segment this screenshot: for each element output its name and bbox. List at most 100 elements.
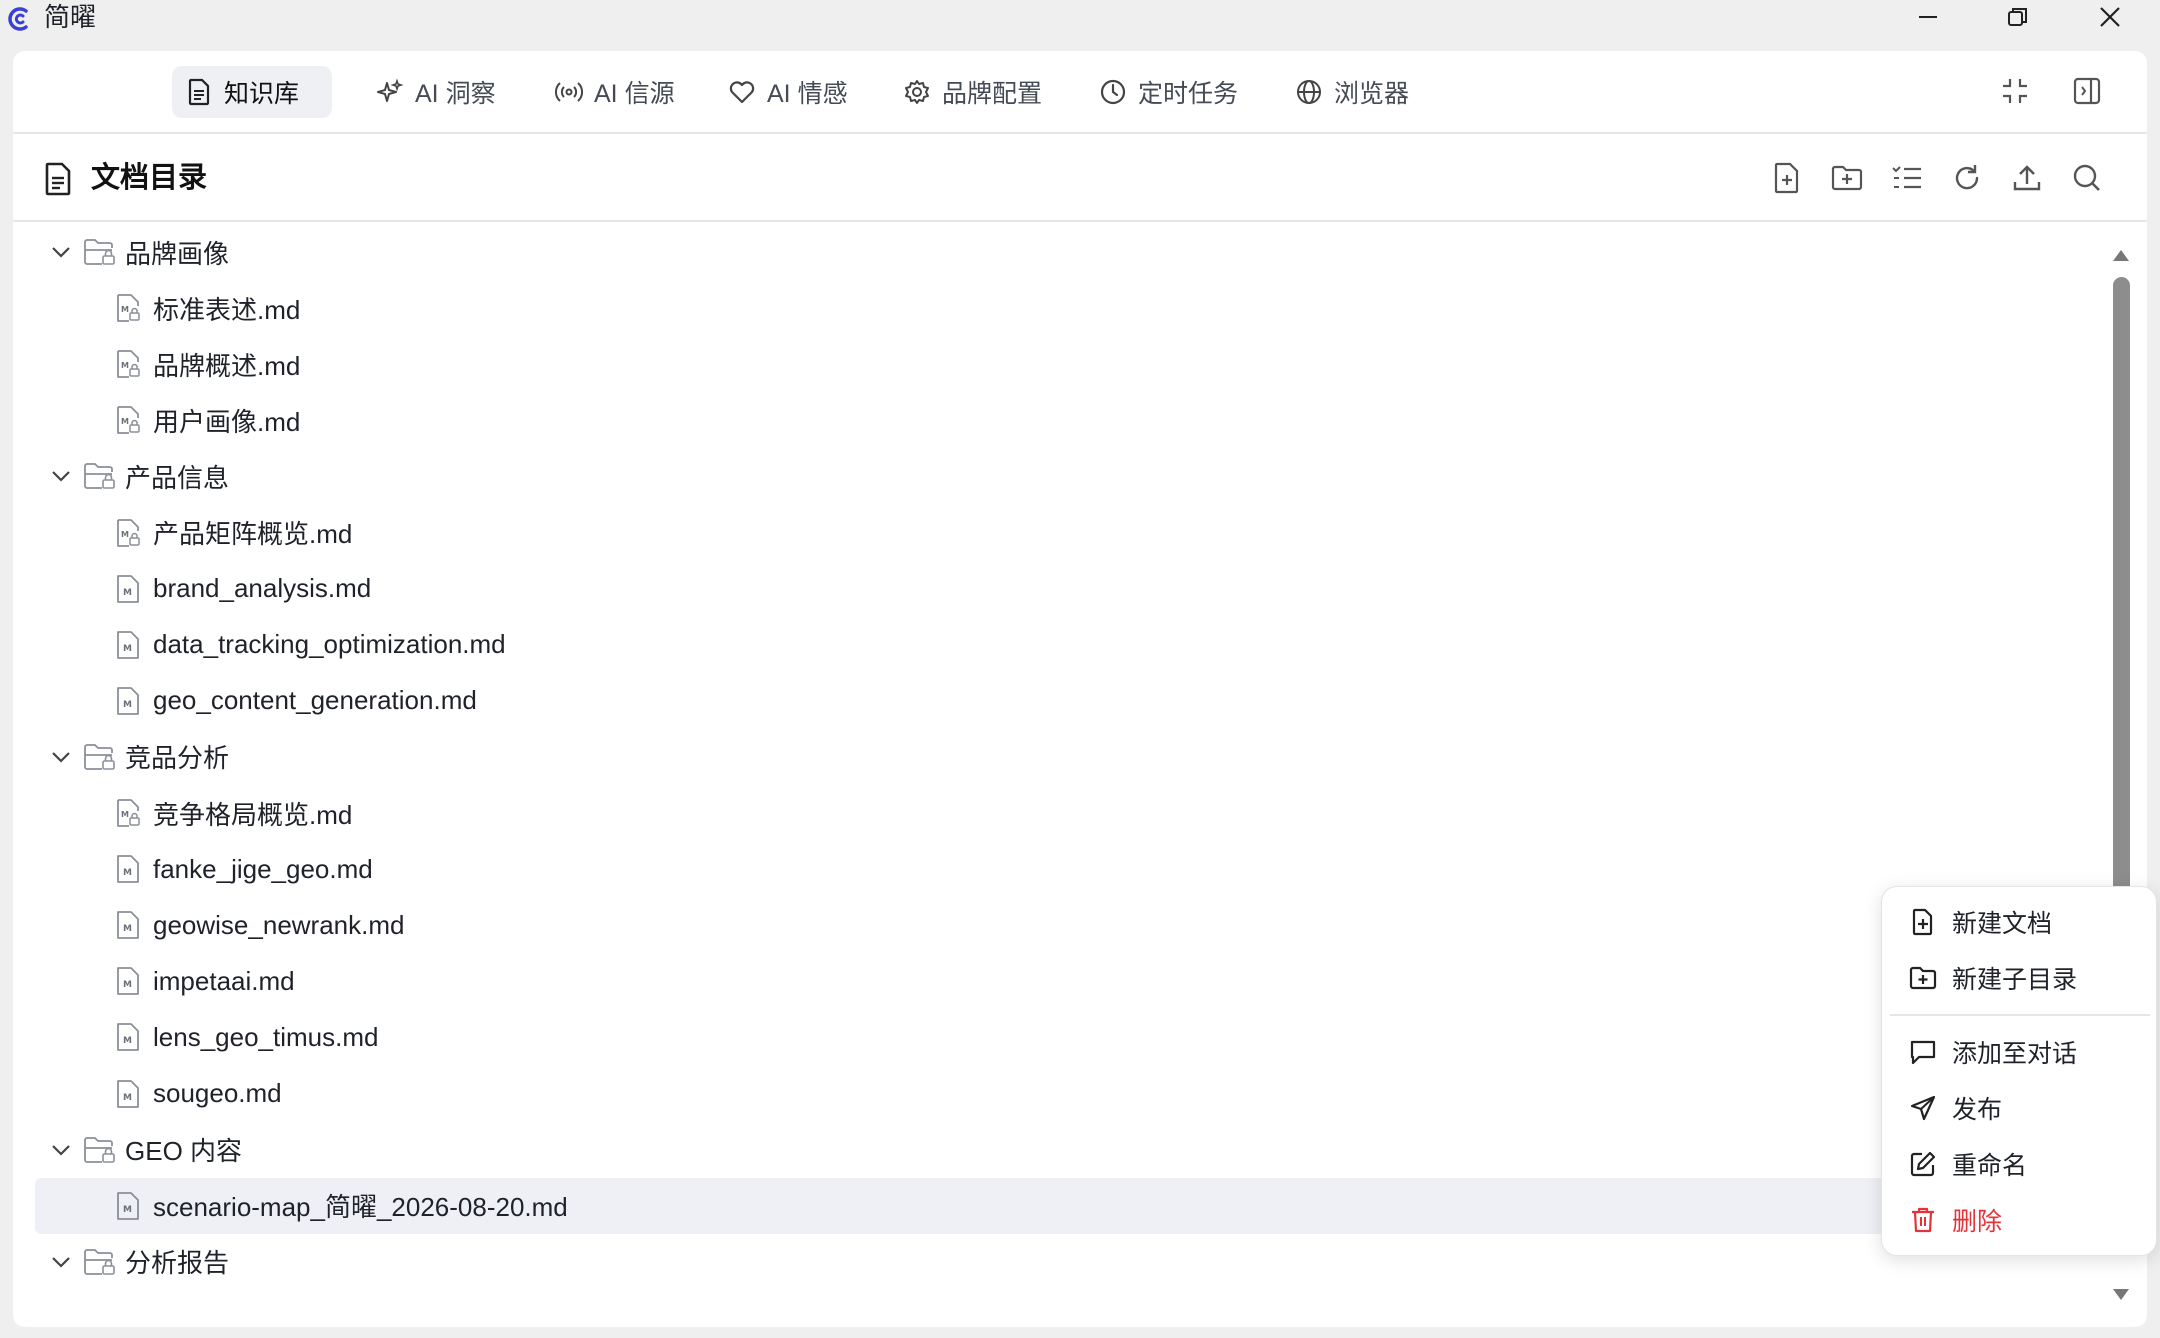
folder-label: GEO 内容 (125, 1136, 243, 1167)
svg-text:M: M (121, 810, 129, 819)
scroll-up-arrow[interactable] (2111, 247, 2131, 263)
chevron-down-icon[interactable] (49, 240, 73, 264)
chevron-down-icon[interactable] (49, 745, 73, 769)
refresh-icon (1952, 163, 1982, 193)
folder-row[interactable]: 品牌画像 (35, 224, 2113, 280)
file-row[interactable]: Mbrand_analysis.md (35, 561, 2113, 617)
scrollbar-thumb[interactable] (2113, 277, 2130, 942)
edit-icon (1908, 1149, 1938, 1179)
trash-icon (1908, 1205, 1938, 1235)
file-row[interactable]: Msougeo.md (35, 1066, 2113, 1122)
menu-label: 添加至对话 (1952, 1040, 2078, 1068)
tab-ai-sentiment[interactable]: AI 情感 (715, 66, 860, 118)
new-document-button[interactable] (1769, 160, 1805, 196)
refresh-button[interactable] (1949, 160, 1985, 196)
tab-browser[interactable]: 浏览器 (1282, 66, 1421, 118)
folder-label: 产品信息 (125, 462, 230, 493)
menu-label: 删除 (1952, 1208, 2003, 1236)
file-row[interactable]: M 产品矩阵概览.md (35, 505, 2113, 561)
publish-menu-item[interactable]: 发布 (1882, 1083, 2158, 1133)
minimize-button[interactable] (1898, 0, 1958, 34)
file-label: lens_geo_timus.md (153, 1021, 379, 1052)
section-title: 文档目录 (91, 162, 208, 194)
file-row[interactable]: Mfanke_jige_geo.md (35, 841, 2113, 897)
svg-text:M: M (123, 588, 132, 598)
markdown-file-icon: M (115, 966, 141, 996)
tab-knowledge-base[interactable]: 知识库 (172, 66, 332, 118)
chevron-down-icon[interactable] (49, 464, 73, 488)
menu-divider (1890, 1014, 2150, 1016)
list-view-button[interactable] (1889, 160, 1925, 196)
upload-button[interactable] (2009, 160, 2045, 196)
markdown-file-icon: M (115, 1079, 141, 1109)
tab-label: 品牌配置 (942, 80, 1043, 108)
new-folder-button[interactable] (1829, 160, 1865, 196)
tab-label: 定时任务 (1138, 80, 1239, 108)
new-document-menu-item[interactable]: 新建文档 (1882, 897, 2158, 947)
title-bar: 简曜 (0, 0, 2160, 50)
delete-menu-item[interactable]: 删除 (1882, 1195, 2158, 1245)
file-row[interactable]: M 用户画像.md (35, 392, 2113, 448)
locked-folder-icon (83, 742, 117, 772)
file-label: fanke_jige_geo.md (153, 853, 373, 884)
tab-label: 浏览器 (1334, 80, 1410, 108)
restore-button[interactable] (1988, 0, 2048, 34)
new-subfolder-menu-item[interactable]: 新建子目录 (1882, 953, 2158, 1003)
markdown-file-icon: M (115, 854, 141, 884)
chevron-down-icon[interactable] (49, 1138, 73, 1162)
file-label: sougeo.md (153, 1078, 282, 1108)
tab-ai-source[interactable]: AI 信源 (542, 66, 687, 118)
file-row-selected[interactable]: Mscenario-map_简曜_2026-08-20.md (35, 1177, 2113, 1234)
new-folder-icon (1831, 164, 1863, 192)
clock-icon (1098, 77, 1128, 107)
file-row[interactable]: Mimpetaai.md (35, 953, 2113, 1009)
svg-text:M: M (121, 417, 129, 426)
chevron-down-icon[interactable] (49, 1250, 73, 1274)
file-row[interactable]: M 品牌概述.md (35, 336, 2113, 392)
folder-label: 竞品分析 (125, 743, 230, 774)
search-button[interactable] (2069, 160, 2105, 196)
svg-text:M: M (121, 530, 129, 539)
collapse-button[interactable] (1997, 73, 2033, 109)
markdown-file-icon: M (115, 910, 141, 940)
toggle-panel-button[interactable] (2069, 73, 2105, 109)
svg-text:M: M (121, 361, 129, 370)
document-icon (184, 77, 214, 107)
file-label: geo_content_generation.md (153, 685, 477, 716)
heart-icon (727, 77, 757, 107)
folder-label: 分析报告 (125, 1248, 230, 1279)
folder-row[interactable]: 产品信息 (35, 448, 2113, 504)
scroll-down-arrow[interactable] (2111, 1287, 2131, 1303)
rename-menu-item[interactable]: 重命名 (1882, 1139, 2158, 1189)
file-label: 标准表述.md (153, 294, 301, 325)
file-row[interactable]: Mdata_tracking_optimization.md (35, 617, 2113, 673)
tab-scheduled-tasks[interactable]: 定时任务 (1086, 66, 1250, 118)
file-row[interactable]: Mlens_geo_timus.md (35, 1009, 2113, 1065)
file-label: brand_analysis.md (153, 573, 372, 604)
locked-markdown-file-icon: M (115, 405, 141, 435)
file-row[interactable]: Mgeowise_newrank.md (35, 897, 2113, 953)
file-label: 用户画像.md (153, 406, 301, 437)
folder-row[interactable]: 竞品分析 (35, 729, 2113, 785)
file-row[interactable]: M 标准表述.md (35, 280, 2113, 336)
svg-text:M: M (121, 305, 129, 314)
add-to-chat-menu-item[interactable]: 添加至对话 (1882, 1027, 2158, 1077)
broadcast-icon (554, 77, 584, 107)
markdown-file-icon: M (115, 630, 141, 660)
tab-brand-config[interactable]: 品牌配置 (890, 66, 1054, 118)
file-row[interactable]: M 竞争格局概览.md (35, 785, 2113, 841)
locked-markdown-file-icon: M (115, 518, 141, 548)
folder-row[interactable]: GEO 内容 (35, 1122, 2113, 1178)
tab-ai-insight[interactable]: AI 洞察 (363, 66, 508, 118)
svg-text:M: M (123, 700, 132, 710)
file-row[interactable]: Mgeo_content_generation.md (35, 673, 2113, 729)
app-logo-icon (4, 4, 34, 34)
file-label: 产品矩阵概览.md (153, 519, 353, 549)
close-button[interactable] (2080, 0, 2140, 34)
context-menu: 新建文档 新建子目录 添加至对话 发布 重命名 删除 (1881, 886, 2157, 1256)
folder-row[interactable]: 分析报告 (35, 1234, 2113, 1290)
menu-label: 新建文档 (1952, 910, 2053, 938)
folder-label: 品牌画像 (125, 238, 230, 269)
list-icon (1891, 164, 1923, 192)
app-title: 简曜 (44, 2, 97, 32)
